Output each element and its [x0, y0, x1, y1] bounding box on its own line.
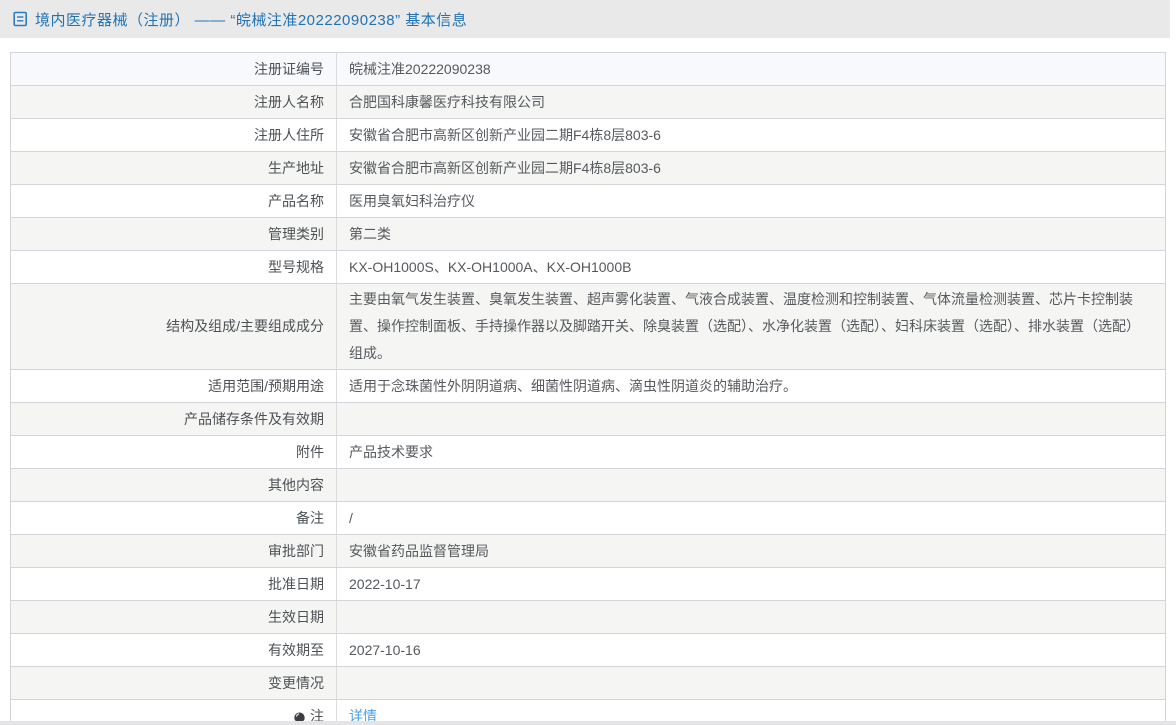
row-value-text: 安徽省药品监督管理局 — [349, 538, 489, 565]
row-label: 变更情况 — [11, 667, 337, 699]
table-row: 其他内容 — [11, 469, 1165, 502]
row-value: 产品技术要求 — [337, 436, 1165, 468]
table-row: 管理类别第二类 — [11, 218, 1165, 251]
row-value — [337, 601, 1165, 633]
table-row: 适用范围/预期用途适用于念珠菌性外阴阴道病、细菌性阴道病、滴虫性阴道炎的辅助治疗… — [11, 370, 1165, 403]
table-row: 变更情况 — [11, 667, 1165, 700]
row-label: 注册人名称 — [11, 86, 337, 118]
row-value — [337, 469, 1165, 501]
header-gap — [0, 38, 1176, 52]
row-value-text: 2022-10-17 — [349, 571, 421, 598]
row-label: 注册证编号 — [11, 53, 337, 85]
info-table: 注册证编号皖械注准20222090238注册人名称合肥国科康馨医疗科技有限公司注… — [10, 52, 1166, 725]
row-value-text: 医用臭氧妇科治疗仪 — [349, 188, 475, 215]
row-label: 结构及组成/主要组成成分 — [11, 284, 337, 369]
page: 境内医疗器械（注册） —— “皖械注准20222090238” 基本信息 注册证… — [0, 0, 1176, 725]
row-value: 2027-10-16 — [337, 634, 1165, 666]
row-label: 注册人住所 — [11, 119, 337, 151]
row-label: 产品名称 — [11, 185, 337, 217]
row-label: 产品储存条件及有效期 — [11, 403, 337, 435]
table-row: 备注 / — [11, 502, 1165, 535]
table-row: 附件产品技术要求 — [11, 436, 1165, 469]
row-value — [337, 403, 1165, 435]
row-value: 安徽省合肥市高新区创新产业园二期F4栋8层803-6 — [337, 152, 1165, 184]
row-value-text: 适用于念珠菌性外阴阴道病、细菌性阴道病、滴虫性阴道炎的辅助治疗。 — [349, 373, 797, 400]
row-label: 型号规格 — [11, 251, 337, 283]
row-value: 皖械注准20222090238 — [337, 53, 1165, 85]
bottom-strip — [0, 721, 1176, 725]
row-label: 生产地址 — [11, 152, 337, 184]
row-value-text: 第二类 — [349, 221, 391, 248]
row-value-text: 产品技术要求 — [349, 439, 433, 466]
row-label: 批准日期 — [11, 568, 337, 600]
table-row: 审批部门安徽省药品监督管理局 — [11, 535, 1165, 568]
table-row: 产品名称医用臭氧妇科治疗仪 — [11, 185, 1165, 218]
row-label: 备注 — [11, 502, 337, 534]
table-row: 结构及组成/主要组成成分主要由氧气发生装置、臭氧发生装置、超声雾化装置、气液合成… — [11, 284, 1165, 370]
row-value-text: 安徽省合肥市高新区创新产业园二期F4栋8层803-6 — [349, 155, 661, 182]
row-value: 主要由氧气发生装置、臭氧发生装置、超声雾化装置、气液合成装置、温度检测和控制装置… — [337, 284, 1165, 369]
row-value: / — [337, 502, 1165, 534]
row-value: 第二类 — [337, 218, 1165, 250]
row-value: KX-OH1000S、KX-OH1000A、KX-OH1000B — [337, 251, 1165, 283]
row-label: 附件 — [11, 436, 337, 468]
table-row: 批准日期 2022-10-17 — [11, 568, 1165, 601]
row-value: 适用于念珠菌性外阴阴道病、细菌性阴道病、滴虫性阴道炎的辅助治疗。 — [337, 370, 1165, 402]
table-row: 注册人名称合肥国科康馨医疗科技有限公司 — [11, 86, 1165, 119]
row-label: 有效期至 — [11, 634, 337, 666]
row-label: 管理类别 — [11, 218, 337, 250]
row-value: 合肥国科康馨医疗科技有限公司 — [337, 86, 1165, 118]
table-row: 型号规格 KX-OH1000S、KX-OH1000A、KX-OH1000B — [11, 251, 1165, 284]
row-value-text: 皖械注准20222090238 — [349, 56, 491, 83]
row-label: 其他内容 — [11, 469, 337, 501]
table-row: 有效期至 2027-10-16 — [11, 634, 1165, 667]
row-value: 2022-10-17 — [337, 568, 1165, 600]
row-value-text: 安徽省合肥市高新区创新产业园二期F4栋8层803-6 — [349, 122, 661, 149]
row-value — [337, 667, 1165, 699]
row-value-text: KX-OH1000S、KX-OH1000A、KX-OH1000B — [349, 254, 631, 281]
table-row: 生产地址安徽省合肥市高新区创新产业园二期F4栋8层803-6 — [11, 152, 1165, 185]
table-row: 注册证编号皖械注准20222090238 — [11, 53, 1165, 86]
table-row: 生效日期 — [11, 601, 1165, 634]
page-header: 境内医疗器械（注册） —— “皖械注准20222090238” 基本信息 — [0, 0, 1170, 38]
row-value: 安徽省药品监督管理局 — [337, 535, 1165, 567]
row-label: 适用范围/预期用途 — [11, 370, 337, 402]
table-row: 产品储存条件及有效期 — [11, 403, 1165, 436]
row-value-text: 2027-10-16 — [349, 637, 421, 664]
row-value: 医用臭氧妇科治疗仪 — [337, 185, 1165, 217]
document-icon — [13, 11, 28, 27]
table-row: 注册人住所安徽省合肥市高新区创新产业园二期F4栋8层803-6 — [11, 119, 1165, 152]
row-value: 安徽省合肥市高新区创新产业园二期F4栋8层803-6 — [337, 119, 1165, 151]
row-value-text: / — [349, 505, 353, 532]
row-value-text: 合肥国科康馨医疗科技有限公司 — [349, 89, 545, 116]
page-title: 境内医疗器械（注册） —— “皖械注准20222090238” 基本信息 — [35, 9, 467, 30]
row-value-text: 主要由氧气发生装置、臭氧发生装置、超声雾化装置、气液合成装置、温度检测和控制装置… — [349, 286, 1153, 367]
row-label: 生效日期 — [11, 601, 337, 633]
row-label: 审批部门 — [11, 535, 337, 567]
